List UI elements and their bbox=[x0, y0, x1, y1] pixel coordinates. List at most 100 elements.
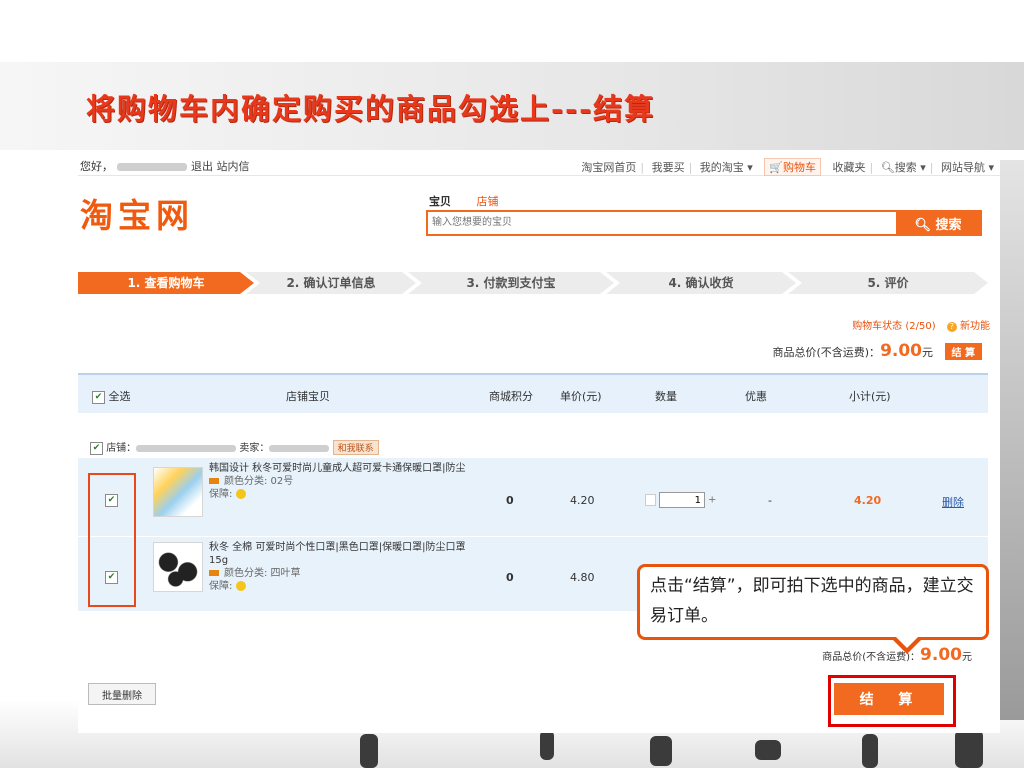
batch-delete-button[interactable]: 批量删除 bbox=[88, 683, 156, 705]
nav-search-link[interactable]: 搜索 ▾ bbox=[895, 161, 926, 174]
top-nav: 淘宝网首页 | 我要买 | 我的淘宝 ▾ 🛒购物车 收藏夹 | 🔍︎搜索 ▾ | 网站导… bbox=[581, 158, 994, 176]
product-info: 韩国设计 秋冬可爱时尚儿童成人超可爱卡通保暖口罩|防尘 颜色分类: 02号 保障… bbox=[209, 462, 479, 501]
checkout-top-button[interactable]: 结 算 bbox=[944, 343, 982, 360]
nav-buy-link[interactable]: 我要买 bbox=[652, 161, 685, 174]
username-blurred bbox=[117, 163, 187, 171]
decorative-figure bbox=[862, 734, 878, 768]
checkout-steps: 1. 查看购物车 2. 确认订单信息 3. 付款到支付宝 4. 确认收货 5. … bbox=[78, 272, 988, 294]
step-review: 5. 评价 bbox=[788, 272, 988, 294]
cart-status-label: 购物车状态 (2/50) bbox=[852, 321, 936, 332]
col-points: 商城积分 bbox=[489, 390, 533, 403]
col-unit-price: 单价(元) bbox=[560, 390, 602, 403]
decorative-figure bbox=[955, 730, 983, 768]
taobao-cart-screenshot: 您好， 退出 站内信 淘宝网首页 | 我要买 | 我的淘宝 ▾ 🛒购物车 收藏夹 | 🔍… bbox=[78, 153, 1000, 733]
delete-item-link[interactable]: 删除 bbox=[942, 494, 964, 510]
search-tabs: 宝贝 店铺 bbox=[429, 193, 521, 209]
step-confirm-order: 2. 确认订单信息 bbox=[246, 272, 416, 294]
tab-shops[interactable]: 店铺 bbox=[477, 195, 499, 208]
callout-text: 点击“结算”，即可拍下选中的商品，建立交易订单。 bbox=[650, 576, 974, 626]
search-box: 🔍︎ 搜索 bbox=[426, 210, 982, 236]
top-bar: 您好， 退出 站内信 淘宝网首页 | 我要买 | 我的淘宝 ▾ 🛒购物车 收藏夹 | 🔍… bbox=[78, 153, 1000, 176]
step-confirm-receipt: 4. 确认收货 bbox=[606, 272, 796, 294]
taobao-logo[interactable]: 淘宝网 bbox=[80, 189, 194, 237]
product-info: 秋冬 全棉 可爱时尚个性口罩|黑色口罩|保暖口罩|防尘口罩 15g 颜色分类: … bbox=[209, 541, 479, 593]
decorative-figure bbox=[650, 736, 672, 766]
guarantee-icon bbox=[235, 489, 246, 499]
slide-title: 将购物车内确定购买的商品勾选上---结算 bbox=[86, 92, 656, 126]
logout-link[interactable]: 退出 bbox=[191, 160, 213, 173]
col-quantity: 数量 bbox=[655, 390, 677, 403]
product-color: 颜色分类: 四叶草 bbox=[224, 568, 301, 579]
greeting-area: 您好， 退出 站内信 bbox=[80, 158, 250, 174]
contact-seller-button[interactable]: 和我联系 bbox=[332, 440, 379, 455]
select-all-checkbox[interactable]: ✔ bbox=[92, 390, 105, 404]
search-button-label: 搜索 bbox=[935, 217, 962, 233]
search-icon: 🔍︎ bbox=[880, 161, 895, 174]
total-bottom-amount: 9.00 bbox=[920, 645, 962, 665]
product-image[interactable] bbox=[153, 542, 203, 592]
select-all[interactable]: ✔ 全选 bbox=[92, 388, 131, 404]
shop-name-blurred bbox=[136, 444, 237, 452]
item-points: 0 bbox=[506, 571, 514, 584]
guarantee-label: 保障: bbox=[209, 581, 233, 592]
total-top-unit: 元 bbox=[922, 346, 934, 359]
slide-side-decoration bbox=[1000, 160, 1024, 720]
quantity-stepper: + bbox=[645, 492, 716, 508]
col-subtotal: 小计(元) bbox=[849, 390, 891, 403]
nav-cart-label: 购物车 bbox=[783, 161, 817, 174]
nav-my-taobao-link[interactable]: 我的淘宝 ▾ bbox=[700, 161, 753, 174]
greeting-text: 您好， bbox=[80, 160, 113, 173]
checkout-highlight-box bbox=[828, 675, 956, 727]
step-pay-alipay: 3. 付款到支付宝 bbox=[408, 272, 614, 294]
total-top-label: 商品总价(不含运费)： bbox=[772, 346, 881, 359]
quantity-increase-button[interactable]: + bbox=[708, 495, 716, 506]
decorative-figure bbox=[755, 740, 781, 760]
nav-site-map-link[interactable]: 网站导航 ▾ bbox=[941, 161, 994, 174]
guarantee-label: 保障: bbox=[209, 489, 233, 500]
decorative-figure bbox=[540, 730, 554, 760]
decorative-figure bbox=[360, 734, 378, 768]
search-input[interactable] bbox=[428, 212, 896, 232]
new-feature-link[interactable]: ? 新功能 bbox=[946, 321, 990, 332]
product-name[interactable]: 韩国设计 秋冬可爱时尚儿童成人超可爱卡通保暖口罩|防尘 bbox=[209, 462, 479, 475]
search-icon: 🔍︎ bbox=[914, 217, 936, 233]
cart-item-row: ✔ 韩国设计 秋冬可爱时尚儿童成人超可爱卡通保暖口罩|防尘 颜色分类: 02号 … bbox=[78, 458, 988, 537]
total-top: 商品总价(不含运费)：9.00元 结 算 bbox=[772, 341, 982, 361]
nav-home-link[interactable]: 淘宝网首页 bbox=[581, 161, 636, 174]
guarantee-icon bbox=[235, 581, 246, 591]
messages-link[interactable]: 站内信 bbox=[217, 160, 250, 173]
shop-checkbox[interactable]: ✔ bbox=[90, 441, 103, 455]
new-feature-label: 新功能 bbox=[960, 321, 990, 332]
nav-cart-link[interactable]: 🛒购物车 bbox=[764, 158, 822, 176]
cart-icon: 🛒 bbox=[769, 161, 784, 174]
color-icon bbox=[209, 478, 219, 484]
tab-items[interactable]: 宝贝 bbox=[429, 195, 451, 208]
search-button[interactable]: 🔍︎ 搜索 bbox=[896, 212, 980, 234]
shop-label: 店铺： bbox=[106, 443, 137, 454]
item-subtotal: 4.20 bbox=[854, 494, 882, 507]
color-icon bbox=[209, 570, 219, 576]
item-points: 0 bbox=[506, 494, 514, 507]
shop-header: ✔ 店铺： 卖家： 和我联系 bbox=[90, 439, 390, 455]
total-bottom-unit: 元 bbox=[962, 652, 972, 663]
col-discount: 优惠 bbox=[745, 390, 767, 403]
step-view-cart: 1. 查看购物车 bbox=[78, 272, 254, 294]
cart-status: 购物车状态 (2/50) ? 新功能 bbox=[852, 317, 990, 332]
select-all-label: 全选 bbox=[108, 390, 131, 403]
product-name[interactable]: 秋冬 全棉 可爱时尚个性口罩|黑色口罩|保暖口罩|防尘口罩 15g bbox=[209, 541, 479, 567]
seller-label: 卖家： bbox=[239, 443, 270, 454]
checkbox-highlight-box bbox=[88, 473, 136, 607]
product-image[interactable] bbox=[153, 467, 203, 517]
instruction-callout: 点击“结算”，即可拍下选中的商品，建立交易订单。 bbox=[637, 564, 989, 654]
quantity-decrease-button[interactable] bbox=[645, 494, 656, 506]
nav-favorites-link[interactable]: 收藏夹 bbox=[833, 161, 866, 174]
col-shop-item: 店铺宝贝 bbox=[286, 390, 330, 403]
quantity-input[interactable] bbox=[659, 492, 705, 508]
seller-name-blurred bbox=[269, 444, 330, 452]
item-price: 4.80 bbox=[570, 571, 595, 584]
total-top-amount: 9.00 bbox=[880, 341, 923, 361]
cart-table-header: ✔ 全选 店铺宝贝 商城积分 单价(元) 数量 优惠 小计(元) bbox=[78, 373, 988, 413]
item-discount: - bbox=[768, 494, 772, 507]
info-icon: ? bbox=[946, 322, 957, 332]
product-color: 颜色分类: 02号 bbox=[224, 476, 294, 487]
